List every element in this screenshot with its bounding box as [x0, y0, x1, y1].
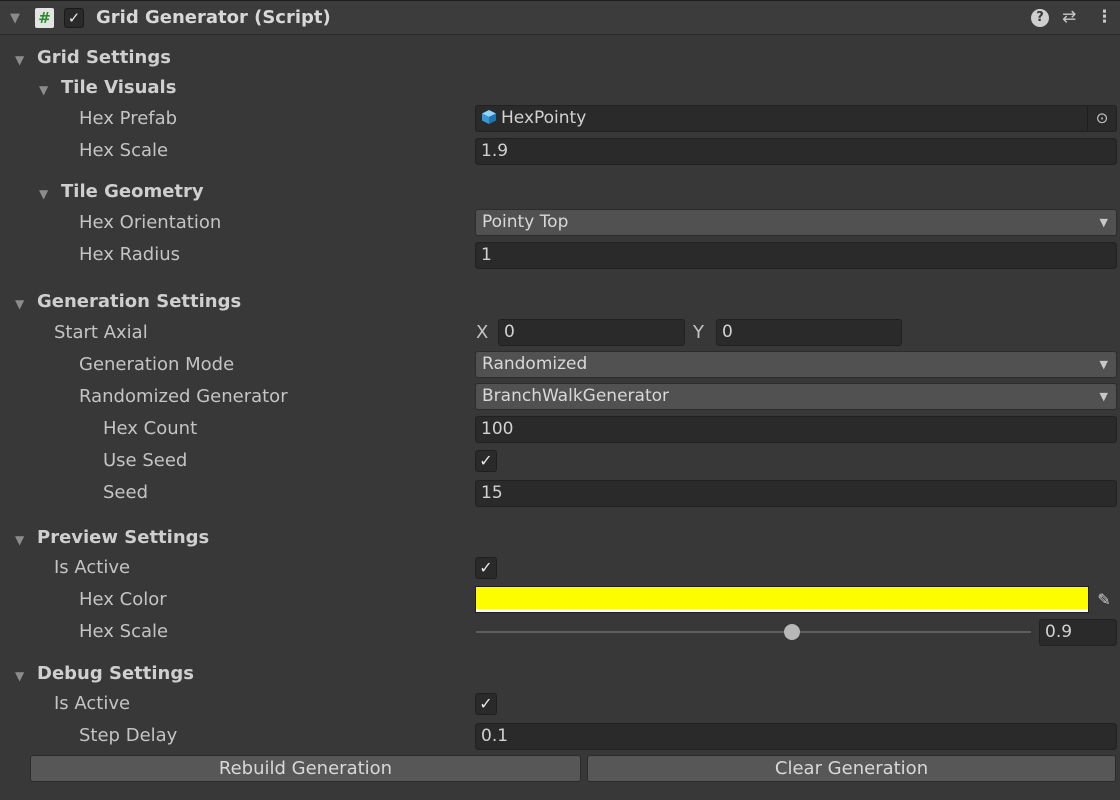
color-alpha-bar — [476, 609, 1088, 612]
chevron-down-icon: ▼ — [1099, 216, 1108, 229]
randomized-generator-value: BranchWalkGenerator — [482, 386, 669, 406]
tile-geometry-foldout-icon[interactable]: ▼ — [39, 187, 48, 201]
hex-count-field[interactable]: 100 — [475, 416, 1117, 443]
generation-settings-foldout-icon[interactable]: ▼ — [15, 297, 24, 311]
tile-geometry-header[interactable]: Tile Geometry — [61, 181, 204, 202]
generation-settings-header[interactable]: Generation Settings — [37, 291, 241, 312]
hex-orientation-dropdown[interactable]: Pointy Top ▼ — [475, 209, 1117, 236]
prefab-cube-icon — [482, 110, 496, 124]
chevron-down-icon: ▼ — [1099, 358, 1108, 371]
inspector-component: ▼ # ✓ Grid Generator (Script) ? ⇄ ⋮ ▼ Gr… — [0, 0, 1120, 800]
rebuild-generation-button[interactable]: Rebuild Generation — [30, 755, 581, 782]
randomized-generator-label: Randomized Generator — [79, 386, 288, 407]
start-axial-x-label: X — [476, 322, 489, 343]
hex-count-label: Hex Count — [103, 418, 198, 439]
hex-orientation-label: Hex Orientation — [79, 212, 222, 233]
grid-settings-header[interactable]: Grid Settings — [37, 47, 171, 68]
hex-color-label: Hex Color — [79, 589, 167, 610]
presets-icon[interactable]: ⇄ — [1062, 7, 1076, 27]
seed-field[interactable]: 15 — [475, 480, 1117, 507]
hex-prefab-value: HexPointy — [501, 108, 587, 128]
hex-scale-field[interactable]: 1.9 — [475, 138, 1117, 165]
help-icon[interactable]: ? — [1031, 9, 1049, 27]
script-icon: # — [35, 8, 54, 28]
component-title: Grid Generator (Script) — [96, 7, 331, 28]
hex-orientation-value: Pointy Top — [482, 212, 569, 232]
use-seed-checkbox[interactable]: ✓ — [475, 450, 497, 472]
start-axial-x-field[interactable]: 0 — [498, 319, 685, 346]
step-delay-field[interactable]: 0.1 — [475, 723, 1117, 750]
context-menu-icon[interactable]: ⋮ — [1096, 7, 1113, 27]
grid-settings-foldout-icon[interactable]: ▼ — [15, 53, 24, 67]
tile-visuals-foldout-icon[interactable]: ▼ — [39, 83, 48, 97]
start-axial-y-field[interactable]: 0 — [716, 319, 902, 346]
preview-settings-header[interactable]: Preview Settings — [37, 527, 209, 548]
hex-prefab-field[interactable]: HexPointy ⊙ — [475, 105, 1117, 132]
chevron-down-icon: ▼ — [1099, 390, 1108, 403]
hex-radius-field[interactable]: 1 — [475, 242, 1117, 269]
component-enabled-checkbox[interactable]: ✓ — [64, 8, 84, 28]
preview-hex-scale-field[interactable]: 0.9 — [1039, 619, 1117, 646]
component-header[interactable]: ▼ # ✓ Grid Generator (Script) ? ⇄ ⋮ — [0, 0, 1120, 35]
preview-is-active-checkbox[interactable]: ✓ — [475, 557, 497, 579]
hex-radius-label: Hex Radius — [79, 244, 181, 265]
seed-label: Seed — [103, 482, 148, 503]
hex-scale-slider-track[interactable] — [476, 631, 1031, 633]
preview-settings-foldout-icon[interactable]: ▼ — [15, 533, 24, 547]
preview-is-active-label: Is Active — [54, 557, 131, 578]
clear-generation-button[interactable]: Clear Generation — [587, 755, 1116, 782]
debug-settings-foldout-icon[interactable]: ▼ — [15, 669, 24, 683]
start-axial-y-label: Y — [693, 322, 704, 343]
step-delay-label: Step Delay — [79, 725, 178, 746]
start-axial-label: Start Axial — [54, 322, 148, 343]
debug-is-active-checkbox[interactable]: ✓ — [475, 693, 497, 715]
debug-is-active-label: Is Active — [54, 693, 131, 714]
object-picker-icon[interactable]: ⊙ — [1087, 106, 1116, 131]
hex-scale-slider-thumb[interactable] — [784, 624, 800, 640]
preview-hex-scale-label: Hex Scale — [79, 621, 169, 642]
use-seed-label: Use Seed — [103, 450, 188, 471]
hex-prefab-label: Hex Prefab — [79, 108, 178, 129]
randomized-generator-dropdown[interactable]: BranchWalkGenerator ▼ — [475, 383, 1117, 410]
eyedropper-icon[interactable]: ✎ — [1092, 588, 1116, 612]
component-foldout-arrow-icon[interactable]: ▼ — [10, 11, 20, 26]
tile-visuals-header[interactable]: Tile Visuals — [61, 77, 176, 98]
hex-scale-label: Hex Scale — [79, 140, 169, 161]
generation-mode-value: Randomized — [482, 354, 588, 374]
generation-mode-dropdown[interactable]: Randomized ▼ — [475, 351, 1117, 378]
hex-color-field[interactable] — [475, 586, 1089, 613]
debug-settings-header[interactable]: Debug Settings — [37, 663, 194, 684]
generation-mode-label: Generation Mode — [79, 354, 235, 375]
